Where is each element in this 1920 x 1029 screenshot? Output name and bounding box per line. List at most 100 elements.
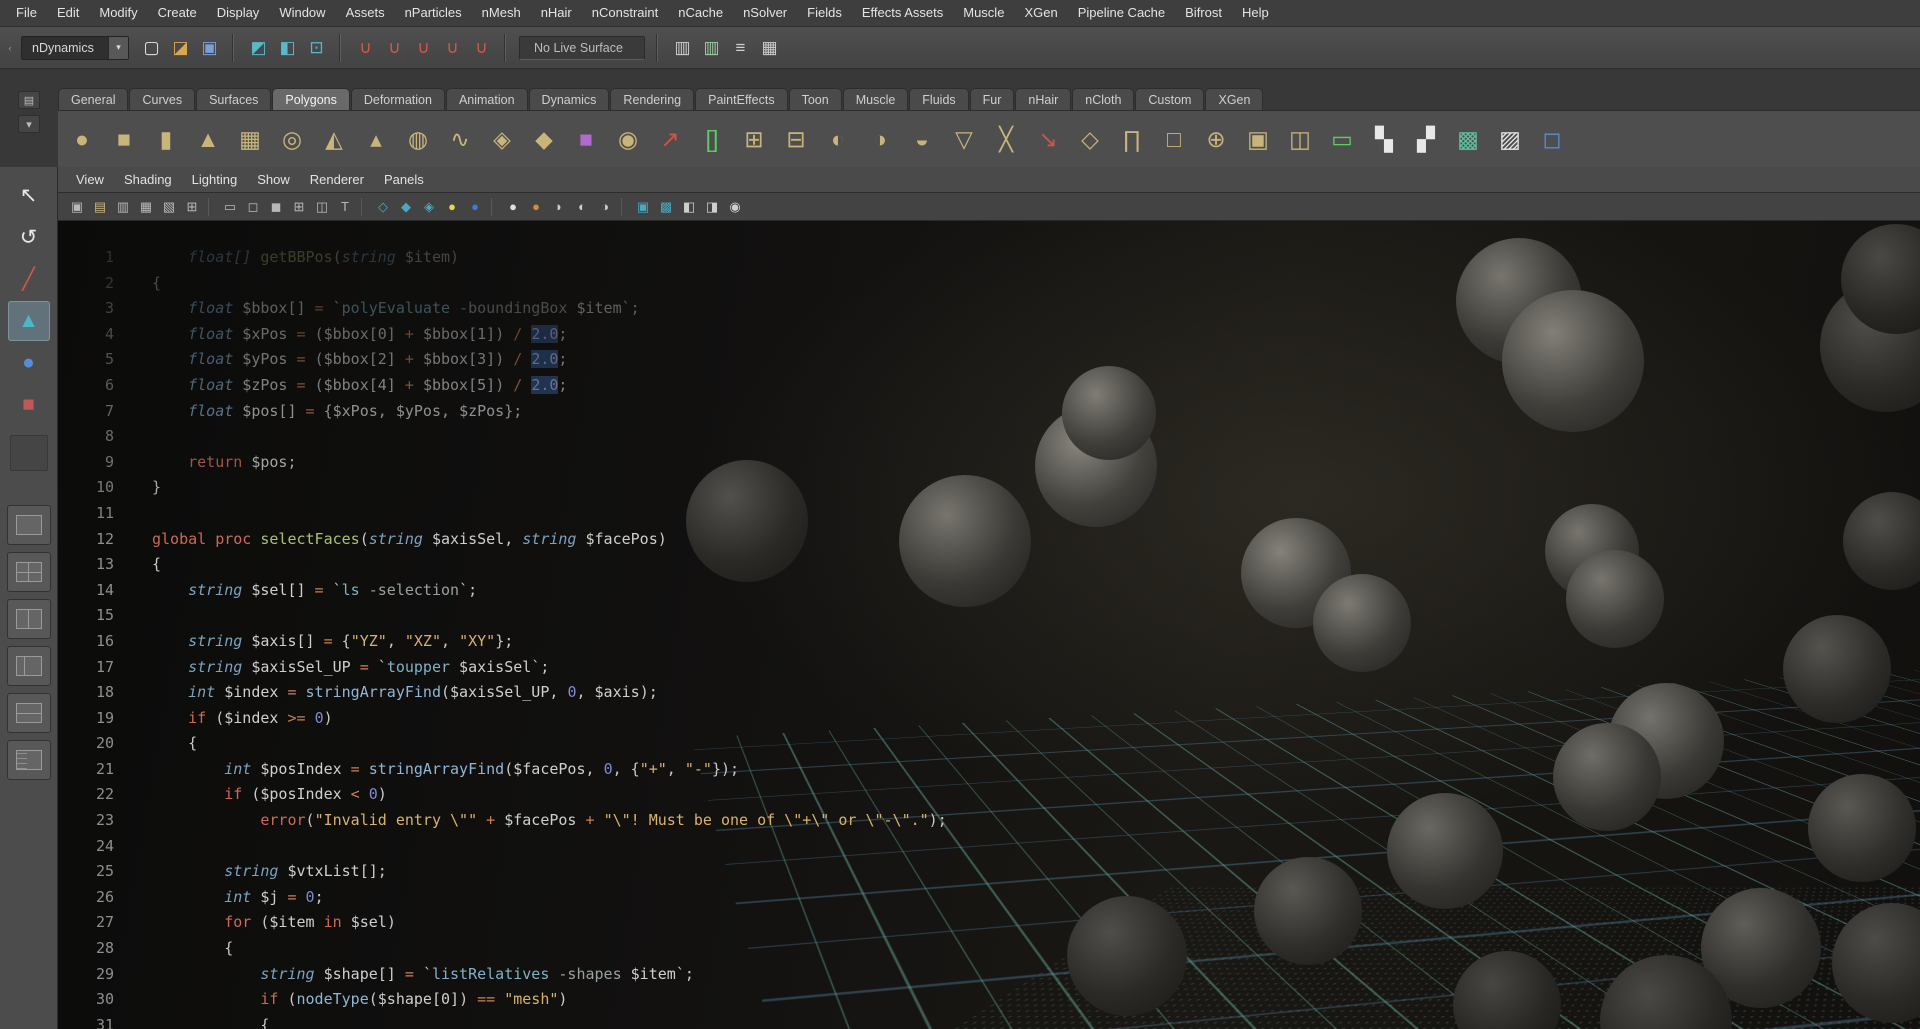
wireframe-icon[interactable]: ◇ [372, 196, 394, 218]
half-sphere-icon[interactable]: ◗ [548, 196, 570, 218]
uv-checker-b-icon[interactable]: ▞ [1406, 118, 1446, 160]
shelf-tab-nhair[interactable]: nHair [1015, 88, 1071, 110]
smooth-mesh-preview-icon[interactable]: ◉ [608, 118, 648, 160]
fill-hole-icon[interactable]: □ [1154, 118, 1194, 160]
poly-pyramid-icon[interactable]: ▴ [356, 118, 396, 160]
poke-face-icon[interactable]: ▣ [1238, 118, 1278, 160]
shadows-icon[interactable]: ● [464, 196, 486, 218]
menu-muscle[interactable]: Muscle [953, 0, 1014, 26]
menu-pipeline-cache[interactable]: Pipeline Cache [1068, 0, 1175, 26]
snap-view-plane-icon[interactable]: ∪ [467, 33, 496, 62]
select-hierarchy-icon[interactable]: ◩ [244, 33, 273, 62]
new-scene-icon[interactable]: ▢ [137, 33, 166, 62]
poly-cylinder-icon[interactable]: ▮ [146, 118, 186, 160]
save-scene-icon[interactable]: ▣ [195, 33, 224, 62]
uv-snapshot-icon[interactable]: ▨ [1490, 118, 1530, 160]
shelf-tab-general[interactable]: General [58, 88, 128, 110]
poly-cube-icon[interactable]: ■ [104, 118, 144, 160]
extrude-icon[interactable]: ↗ [650, 118, 690, 160]
shelf-tab-polygons[interactable]: Polygons [272, 88, 349, 110]
layout-two-panes-side[interactable] [7, 599, 51, 639]
snap-grid-icon[interactable]: ∪ [351, 33, 380, 62]
select-tool[interactable]: ↖ [8, 175, 50, 215]
menu-effects-assets[interactable]: Effects Assets [852, 0, 953, 26]
boolean-intersection-icon[interactable]: ◒ [902, 118, 942, 160]
quad-draw-icon[interactable]: ▭ [1322, 118, 1362, 160]
select-object-icon[interactable]: ◧ [273, 33, 302, 62]
boolean-difference-icon[interactable]: ◑ [860, 118, 900, 160]
shelf-toggle-button[interactable]: ▾ [18, 115, 40, 133]
shelf-tab-deformation[interactable]: Deformation [351, 88, 445, 110]
use-lights-icon[interactable]: ● [441, 196, 463, 218]
select-component-icon[interactable]: ⊡ [302, 33, 331, 62]
ipr-render-icon[interactable]: ▥ [697, 33, 726, 62]
shelf-tab-painteffects[interactable]: PaintEffects [695, 88, 787, 110]
shelf-tab-xgen[interactable]: XGen [1205, 88, 1263, 110]
safe-title-icon[interactable]: T [334, 196, 356, 218]
panel-menu-lighting[interactable]: Lighting [182, 172, 248, 187]
multi-cut-icon[interactable]: [] [692, 118, 732, 160]
screen-ao-icon[interactable]: ◐ [571, 196, 593, 218]
viewport[interactable]: 1 float[] getBBPos(string $item)2{3 floa… [58, 221, 1920, 1029]
menu-nmesh[interactable]: nMesh [472, 0, 531, 26]
menu-edit[interactable]: Edit [47, 0, 89, 26]
shaded-icon[interactable]: ◆ [395, 196, 417, 218]
image-plane-icon[interactable]: ▧ [158, 196, 180, 218]
bevel-icon[interactable]: ◇ [1070, 118, 1110, 160]
menu-ncache[interactable]: nCache [668, 0, 733, 26]
lasso-tool[interactable]: ↺ [8, 217, 50, 257]
safe-action-icon[interactable]: ◫ [311, 196, 333, 218]
poly-helix-icon[interactable]: ∿ [440, 118, 480, 160]
scale-tool[interactable]: ■ [8, 385, 50, 425]
menu-create[interactable]: Create [148, 0, 207, 26]
chevron-down-icon[interactable]: ▾ [108, 36, 128, 60]
bridge-icon[interactable]: ∏ [1112, 118, 1152, 160]
poly-prism-icon[interactable]: ◭ [314, 118, 354, 160]
layout-single-pane[interactable] [7, 505, 51, 545]
share-nodes-icon[interactable]: ◉ [724, 196, 746, 218]
statusline-collapse-handle[interactable]: ‹ [4, 31, 16, 65]
panel-menu-panels[interactable]: Panels [374, 172, 434, 187]
shelf-tab-toon[interactable]: Toon [789, 88, 842, 110]
layout-hypershade[interactable] [7, 740, 51, 780]
menu-bifrost[interactable]: Bifrost [1175, 0, 1232, 26]
poly-cone-icon[interactable]: ▲ [188, 118, 228, 160]
shelf-tab-animation[interactable]: Animation [446, 88, 528, 110]
combine-icon[interactable]: ⊞ [734, 118, 774, 160]
separate-icon[interactable]: ⊟ [776, 118, 816, 160]
uv-grid-icon[interactable]: ▩ [1448, 118, 1488, 160]
poly-soccer-ball-icon[interactable]: ◈ [482, 118, 522, 160]
shelf-tab-fur[interactable]: Fur [970, 88, 1015, 110]
render-settings-icon[interactable]: ≡ [726, 33, 755, 62]
field-chart-icon[interactable]: ⊞ [288, 196, 310, 218]
panel-menu-show[interactable]: Show [247, 172, 300, 187]
reduce-icon[interactable]: ▽ [944, 118, 984, 160]
snap-projected-center-icon[interactable]: ∪ [438, 33, 467, 62]
menu-window[interactable]: Window [269, 0, 335, 26]
camera-attributes-icon[interactable]: ▥ [112, 196, 134, 218]
layout-persp-graph[interactable] [7, 693, 51, 733]
shelf-tab-ncloth[interactable]: nCloth [1072, 88, 1134, 110]
motion-blur-icon[interactable]: ◑ [594, 196, 616, 218]
poly-plane-icon[interactable]: ▦ [230, 118, 270, 160]
film-gate-icon[interactable]: ▭ [219, 196, 241, 218]
sphere-white-icon[interactable]: ● [502, 196, 524, 218]
uv-checker-a-icon[interactable]: ▚ [1364, 118, 1404, 160]
extrude-edge-icon[interactable]: ↘ [1028, 118, 1068, 160]
poly-platonic-icon[interactable]: ◆ [524, 118, 564, 160]
menu-nconstraint[interactable]: nConstraint [582, 0, 668, 26]
menu-nparticles[interactable]: nParticles [395, 0, 472, 26]
panel-menu-view[interactable]: View [66, 172, 114, 187]
menu-help[interactable]: Help [1232, 0, 1279, 26]
render-current-frame-icon[interactable]: ▥ [668, 33, 697, 62]
layout-persp-outliner[interactable] [7, 646, 51, 686]
shelf-tab-muscle[interactable]: Muscle [843, 88, 909, 110]
boolean-union-icon[interactable]: ◐ [818, 118, 858, 160]
2d-pan-zoom-icon[interactable]: ⊞ [181, 196, 203, 218]
menu-nhair[interactable]: nHair [531, 0, 582, 26]
poly-torus-icon[interactable]: ◎ [272, 118, 312, 160]
menu-display[interactable]: Display [207, 0, 270, 26]
contrast-icon[interactable]: ◨ [701, 196, 723, 218]
snap-point-icon[interactable]: ∪ [409, 33, 438, 62]
layout-four-panes[interactable] [7, 552, 51, 592]
